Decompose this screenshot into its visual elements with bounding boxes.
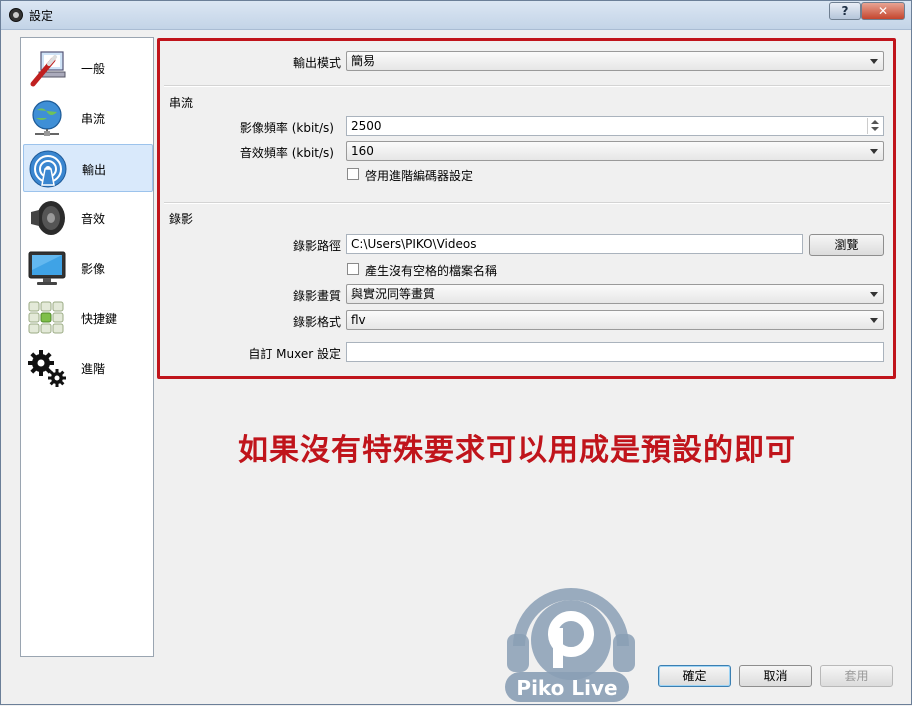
general-icon [30,51,66,87]
sidebar-item-streaming[interactable]: 串流 [23,94,153,142]
sidebar-item-label: 輸出 [82,163,107,177]
sidebar-item-label: 影像 [81,262,106,276]
speaker-icon [31,201,65,235]
sidebar-item-label: 快捷鍵 [81,312,118,326]
keyboard-icon [28,301,64,334]
sidebar-item-advanced[interactable]: 進階 [23,344,153,392]
sidebar-item-label: 一般 [81,62,106,76]
settings-window: 設定 ? ✕ 一般 串流 輸出 音效 影像 快捷鍵 進階 輸出模式 簡易 串流 … [0,0,912,705]
sidebar-item-label: 進階 [81,362,106,376]
gears-icon [28,350,66,387]
title-bar: 設定 ? ✕ [1,1,911,30]
sidebar-item-label: 音效 [81,212,106,226]
close-button[interactable]: ✕ [861,2,905,20]
sidebar-item-label: 串流 [81,112,106,126]
settings-sidebar: 一般 串流 輸出 音效 影像 快捷鍵 進階 [20,37,154,657]
broadcast-icon [29,150,67,188]
sidebar-item-audio[interactable]: 音效 [23,194,153,242]
highlight-frame [157,38,896,379]
apply-button[interactable]: 套用 [820,665,893,687]
monitor-icon [28,251,66,285]
sidebar-item-general[interactable]: 一般 [23,44,153,92]
ok-button[interactable]: 確定 [658,665,731,687]
help-button[interactable]: ? [829,2,861,20]
obs-app-icon [9,8,23,22]
sidebar-item-hotkeys[interactable]: 快捷鍵 [23,294,153,342]
annotation-text: 如果沒有特殊要求可以用成是預設的即可 [238,433,796,468]
cancel-button[interactable]: 取消 [739,665,812,687]
window-title: 設定 [29,9,54,23]
globe-network-icon [32,100,62,136]
logo-text: Piko Live [516,676,617,700]
sidebar-item-output[interactable]: 輸出 [23,144,153,192]
piko-live-logo: Piko Live [505,588,635,702]
sidebar-item-video[interactable]: 影像 [23,244,153,292]
